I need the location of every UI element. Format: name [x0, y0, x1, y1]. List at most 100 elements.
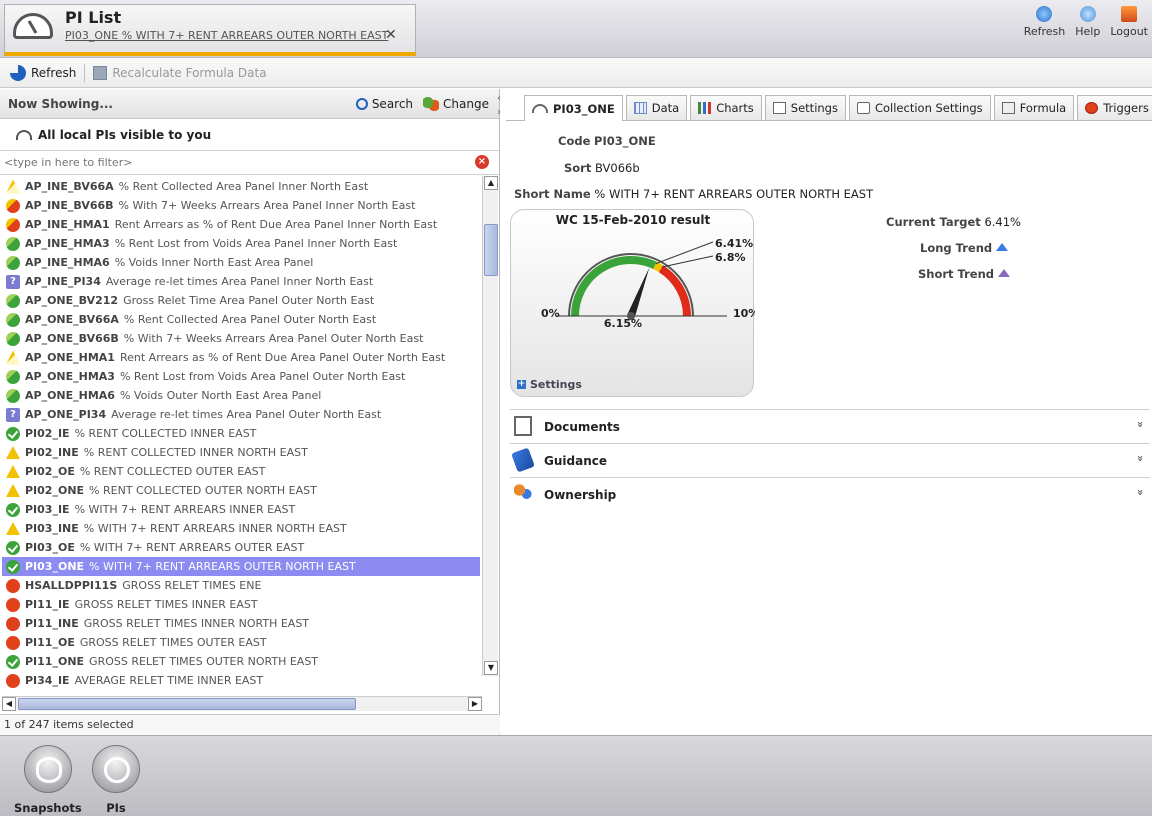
logout-icon	[1121, 6, 1138, 22]
close-tab-icon[interactable]: ✕	[385, 27, 397, 43]
list-item[interactable]: AP_ONE_HMA3 % Rent Lost from Voids Area P…	[2, 367, 480, 386]
pi-description: Rent Arrears as % of Rent Due Area Panel…	[119, 351, 446, 364]
selection-status: 1 of 247 items selected	[0, 714, 500, 734]
list-item[interactable]: AP_ONE_BV66B % With 7+ Weeks Arrears Area…	[2, 329, 480, 348]
pi-code: AP_INE_BV66A	[25, 180, 114, 193]
pi-code: PI02_IE	[25, 427, 70, 440]
list-item[interactable]: PI11_OE GROSS RELET TIMES OUTER EAST	[2, 633, 480, 652]
pi-list-panel: Now Showing... Search Change All local P…	[0, 89, 500, 735]
pi-description: % RENT COLLECTED INNER EAST	[74, 427, 257, 440]
guidance-label: Guidance	[544, 454, 607, 468]
tab-overview[interactable]: PI03_ONE	[524, 95, 623, 121]
tab-triggers[interactable]: Triggers	[1077, 95, 1152, 120]
pi-description: GROSS RELET TIMES INNER EAST	[74, 598, 258, 611]
list-item[interactable]: PI03_ONE % WITH 7+ RENT ARREARS OUTER NOR…	[2, 557, 480, 576]
list-item[interactable]: PI02_INE % RENT COLLECTED INNER NORTH EAS…	[2, 443, 480, 462]
list-item[interactable]: PI02_ONE % RENT COLLECTED OUTER NORTH EAS…	[2, 481, 480, 500]
pis-button[interactable]: PIs	[92, 745, 140, 815]
help-button[interactable]: Help	[1075, 6, 1100, 38]
pi-description: % RENT COLLECTED OUTER EAST	[79, 465, 266, 478]
expand-chevron-icon[interactable]: »	[1134, 421, 1147, 428]
panel-splitter[interactable]: ‹ ›	[497, 92, 505, 120]
list-item[interactable]: AP_ONE_HMA6 % Voids Outer North East Area…	[2, 386, 480, 405]
ownership-section[interactable]: Ownership »	[510, 477, 1150, 511]
clear-filter-icon[interactable]: ×	[475, 155, 489, 169]
list-item[interactable]: PI11_ONE GROSS RELET TIMES OUTER NORTH EA…	[2, 652, 480, 671]
vertical-scroll-thumb[interactable]	[484, 224, 498, 276]
top-refresh-label: Refresh	[1023, 25, 1066, 38]
help-icon	[1079, 6, 1096, 22]
status-green-icon	[6, 654, 20, 669]
tab-label: Data	[651, 101, 680, 115]
list-item[interactable]: PI02_OE % RENT COLLECTED OUTER EAST	[2, 462, 480, 481]
list-item[interactable]: AP_INE_HMA1 Rent Arrears as % of Rent Due…	[2, 215, 480, 234]
list-item[interactable]: HSALLDPPI11S GROSS RELET TIMES ENE	[2, 576, 480, 595]
pi-code: AP_ONE_PI34	[25, 408, 107, 421]
list-item[interactable]: AP_INE_BV66A % Rent Collected Area Panel …	[2, 177, 480, 196]
search-label: Search	[371, 96, 414, 111]
list-item[interactable]: AP_INE_HMA3 % Rent Lost from Voids Area P…	[2, 234, 480, 253]
tab-collection-settings[interactable]: Collection Settings	[848, 95, 991, 120]
expand-chevron-icon[interactable]: »	[1134, 455, 1147, 462]
filter-input[interactable]	[0, 151, 470, 173]
pi-description: Average re-let times Area Panel Outer No…	[111, 408, 382, 421]
list-item[interactable]: PI11_IE GROSS RELET TIMES INNER EAST	[2, 595, 480, 614]
change-icon	[423, 96, 440, 111]
logout-label: Logout	[1110, 25, 1148, 38]
horizontal-scroll-thumb[interactable]	[18, 698, 356, 710]
list-item[interactable]: AP_ONE_BV212 Gross Relet Time Area Panel …	[2, 291, 480, 310]
pi-description: % Rent Collected Area Panel Outer North …	[123, 313, 377, 326]
list-item[interactable]: AP_INE_BV66B % With 7+ Weeks Arrears Area…	[2, 196, 480, 215]
list-item[interactable]: PI34_IE AVERAGE RELET TIME INNER EAST	[2, 671, 480, 690]
list-item[interactable]: AP_ONE_BV66A % Rent Collected Area Panel …	[2, 310, 480, 329]
status-red-icon	[6, 673, 20, 688]
scroll-up-button[interactable]: ▲	[484, 176, 498, 190]
tab-data[interactable]: Data	[625, 95, 688, 120]
expand-chevron-icon[interactable]: »	[1134, 489, 1147, 496]
logout-button[interactable]: Logout	[1110, 6, 1148, 38]
guidance-icon	[511, 447, 535, 473]
checklist-icon	[772, 102, 786, 114]
documents-section[interactable]: Documents »	[510, 409, 1150, 443]
list-item[interactable]: ? AP_ONE_PI34 Average re-let times Area Pa…	[2, 405, 480, 424]
vertical-scrollbar[interactable]: ▲ ▼	[482, 176, 498, 676]
documents-label: Documents	[544, 420, 620, 434]
pi-code: AP_INE_HMA1	[25, 218, 110, 231]
short-name-value: % WITH 7+ RENT ARREARS OUTER NORTH EAST	[594, 187, 874, 201]
refresh-button[interactable]: Refresh	[10, 64, 76, 81]
recalculate-icon	[93, 65, 108, 80]
scroll-right-button[interactable]: ▶	[468, 697, 482, 711]
status-red-icon	[6, 635, 20, 650]
document-tab[interactable]: PI List PI03_ONE % WITH 7+ RENT ARREARS …	[4, 4, 416, 56]
tab-charts[interactable]: Charts	[690, 95, 762, 120]
list-item[interactable]: AP_ONE_HMA1 Rent Arrears as % of Rent Due…	[2, 348, 480, 367]
bar-chart-icon	[698, 102, 712, 114]
gauge-settings-toggle[interactable]: + Settings	[517, 378, 582, 391]
detail-tabs: PI03_ONE Data Charts Settings Collection…	[506, 95, 1152, 121]
change-button[interactable]: Change	[423, 96, 489, 111]
top-refresh-button[interactable]: Refresh	[1023, 6, 1066, 38]
scroll-left-button[interactable]: ◀	[2, 697, 16, 711]
horizontal-scrollbar[interactable]: ◀ ▶	[2, 696, 482, 711]
pi-code: PI11_IE	[25, 598, 70, 611]
list-item[interactable]: PI03_IE % WITH 7+ RENT ARREARS INNER EAST	[2, 500, 480, 519]
pi-code: AP_ONE_HMA6	[25, 389, 115, 402]
snapshots-button[interactable]: Snapshots	[14, 745, 82, 815]
status-green-combo-icon	[6, 388, 20, 403]
document-subtitle[interactable]: PI03_ONE % WITH 7+ RENT ARREARS OUTER NO…	[65, 29, 388, 42]
search-button[interactable]: Search	[355, 96, 414, 111]
list-item[interactable]: AP_INE_HMA6 % Voids Inner North East Area…	[2, 253, 480, 272]
list-item[interactable]: PI03_OE % WITH 7+ RENT ARREARS OUTER EAST	[2, 538, 480, 557]
tab-settings[interactable]: Settings	[764, 95, 846, 120]
tab-formula[interactable]: Formula	[993, 95, 1075, 120]
list-item[interactable]: PI03_INE % WITH 7+ RENT ARREARS INNER NOR…	[2, 519, 480, 538]
list-item[interactable]: ? AP_INE_PI34 Average re-let times Area Pa…	[2, 272, 480, 291]
status-info-icon: ?	[6, 274, 20, 289]
recalculate-button[interactable]: Recalculate Formula Data	[93, 65, 267, 80]
documents-icon	[514, 416, 532, 436]
guidance-section[interactable]: Guidance »	[510, 443, 1150, 477]
gauge-icon	[532, 104, 548, 113]
scroll-down-button[interactable]: ▼	[484, 661, 498, 675]
list-item[interactable]: PI02_IE % RENT COLLECTED INNER EAST	[2, 424, 480, 443]
list-item[interactable]: PI11_INE GROSS RELET TIMES INNER NORTH EA…	[2, 614, 480, 633]
